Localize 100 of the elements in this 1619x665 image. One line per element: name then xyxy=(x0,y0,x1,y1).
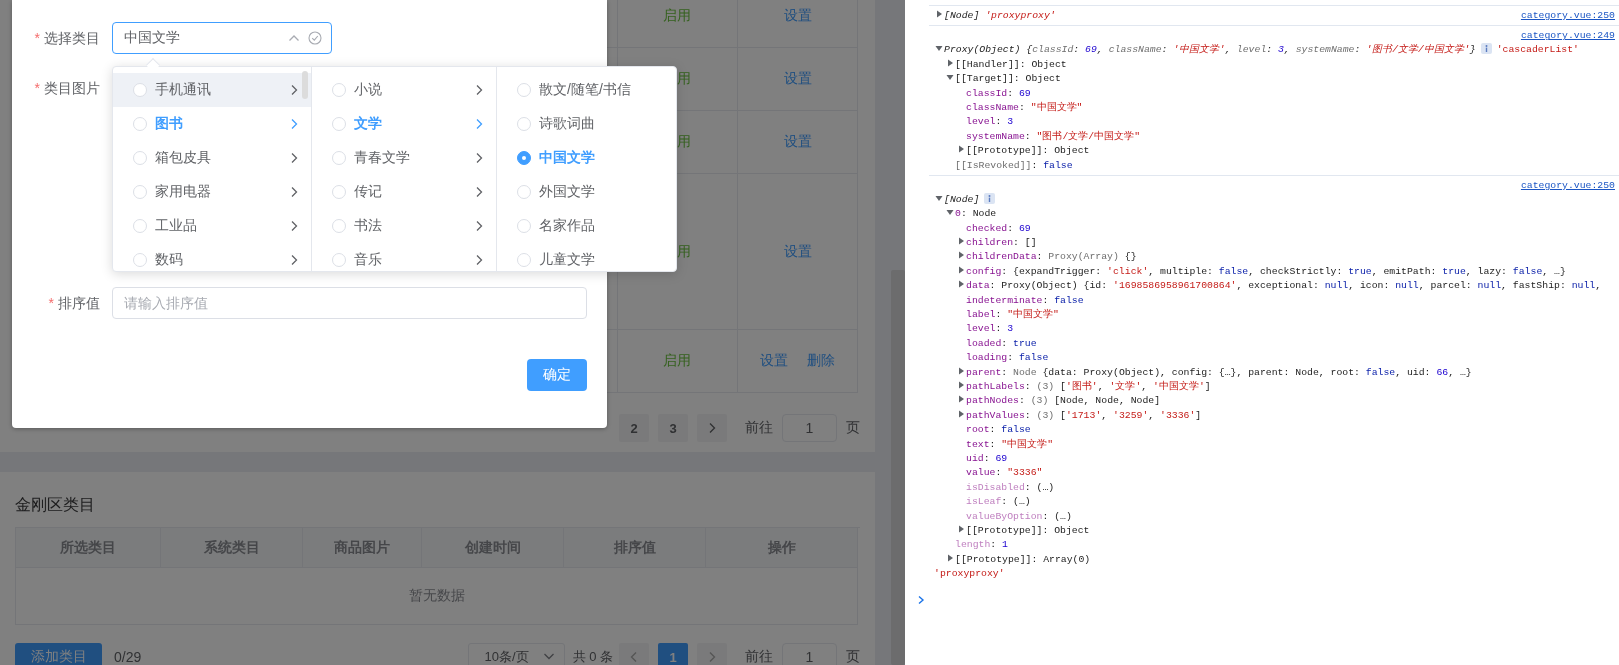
console-text: 0: Node xyxy=(955,208,997,220)
cascader-option[interactable]: 箱包皮具 xyxy=(113,141,311,175)
triangle-right-icon[interactable] xyxy=(956,279,966,290)
triangle-right-icon[interactable] xyxy=(956,408,966,419)
console-text: 'cascaderList' xyxy=(1496,44,1579,56)
cascader-option[interactable]: 名家作品 xyxy=(497,209,676,243)
next-page-button[interactable] xyxy=(697,643,727,665)
cascader-option[interactable]: 数码 xyxy=(113,243,311,271)
source-link[interactable]: category.vue:250 xyxy=(1520,10,1615,21)
confirm-button[interactable]: 确定 xyxy=(527,359,587,391)
triangle-right-icon[interactable] xyxy=(956,394,966,405)
action-link[interactable]: 设置 xyxy=(783,7,812,25)
cascader-option[interactable]: 小说 xyxy=(312,73,496,107)
action-link[interactable]: 设置 xyxy=(760,352,788,370)
page-size-select[interactable]: 10条/页 xyxy=(467,643,565,665)
cascader-option[interactable]: 传记 xyxy=(312,175,496,209)
field-label: 排序值 xyxy=(58,295,100,311)
page-suffix: 页 xyxy=(846,648,860,665)
required-mark: * xyxy=(34,30,40,46)
cascader-option[interactable]: 音乐 xyxy=(312,243,496,271)
cascader-option[interactable]: 中国文学 xyxy=(497,141,676,175)
radio-button[interactable] xyxy=(517,151,531,165)
triangle-right-icon[interactable] xyxy=(956,144,966,155)
cascader-option[interactable]: 诗歌词曲 xyxy=(497,107,676,141)
console-text: [[IsRevoked]]: false xyxy=(955,159,1073,171)
status-link[interactable]: 用 xyxy=(677,133,691,151)
field-label: 类目图片 xyxy=(44,80,100,96)
scrollbar-thumb[interactable] xyxy=(891,270,905,665)
console-text: checked: 69 xyxy=(966,222,1031,234)
console-text: config: {expandTrigger: 'click', multiple: false, checkStrictly: true, emitPath: true, lazy: false, …} xyxy=(966,265,1566,277)
triangle-right-icon[interactable] xyxy=(956,365,966,376)
cascader-option[interactable]: 图书 xyxy=(113,107,311,141)
action-link[interactable]: 设置 xyxy=(783,133,812,151)
add-category-button[interactable]: 添加类目 xyxy=(15,642,102,665)
chevron-right-icon xyxy=(707,422,717,434)
status-link[interactable]: 用 xyxy=(677,70,691,88)
section-title: 金刚区类目 xyxy=(15,496,96,514)
cascader-option[interactable]: 手机通讯 xyxy=(113,73,311,107)
page-button[interactable]: 1 xyxy=(658,643,688,665)
scrollbar-thumb[interactable] xyxy=(302,71,308,99)
triangle-right-icon[interactable] xyxy=(956,380,966,390)
prompt-chevron-icon xyxy=(917,595,925,606)
action-link[interactable]: 设置 xyxy=(783,242,812,261)
triangle-right-icon[interactable] xyxy=(945,57,955,68)
status-link[interactable]: 启用 xyxy=(663,7,691,25)
console-text: [Node] xyxy=(944,193,980,205)
console-text: [[Handler]]: Object xyxy=(955,58,1067,70)
cascader-option[interactable]: 青春文学 xyxy=(312,141,496,175)
cascader-option[interactable]: 家用电器 xyxy=(113,175,311,209)
goto-label: 前往 xyxy=(745,419,773,437)
console-text: [[Prototype]]: Array(0) xyxy=(955,553,1091,565)
required-mark: * xyxy=(34,80,40,96)
cascader-option[interactable]: 儿童文学 xyxy=(497,243,676,271)
console-text: level: 3 xyxy=(966,116,1014,128)
console-text: loaded: true xyxy=(966,337,1037,349)
cascader-option[interactable]: 文学 xyxy=(312,107,496,141)
page-button[interactable]: 3 xyxy=(658,414,688,442)
triangle-right-icon[interactable] xyxy=(956,236,966,247)
console-text: Proxy(Object) {classId: 69, className: '中国文学', level: 3, systemName: '图书/文学/中国文学'} xyxy=(944,44,1476,56)
cascader-select[interactable]: 中国文学 xyxy=(112,22,332,54)
cascader-option[interactable]: 工业品 xyxy=(113,209,311,243)
page-suffix: 页 xyxy=(846,419,860,437)
source-link[interactable]: category.vue:250 xyxy=(1520,179,1615,191)
source-link[interactable]: category.vue:249 xyxy=(1520,30,1615,42)
console-text: valueByOption: (…) xyxy=(966,510,1072,522)
field-label: 选择类目 xyxy=(44,30,100,46)
console-text: classId: 69 xyxy=(966,87,1031,99)
console-text: text: "中国文学" xyxy=(966,438,1054,450)
status-link[interactable]: 启用 xyxy=(663,352,691,370)
page-input[interactable]: 1 xyxy=(782,643,837,665)
page-button[interactable]: 2 xyxy=(619,414,649,442)
action-link[interactable]: 删除 xyxy=(807,352,835,370)
console-text: level: 3 xyxy=(966,323,1014,335)
chevron-right-icon xyxy=(707,651,717,663)
console-text: [[Prototype]]: Object xyxy=(966,524,1090,536)
console-text: label: "中国文学" xyxy=(966,309,1059,321)
goto-label: 前往 xyxy=(745,648,773,665)
cascader-option[interactable]: 外国文学 xyxy=(497,175,676,209)
status-link[interactable]: 用 xyxy=(677,242,691,261)
console-text: className: "中国文学" xyxy=(966,101,1083,113)
prev-page-button[interactable] xyxy=(619,643,649,665)
console-text: data: Proxy(Object) {id: '1698586958961700864', exceptional: null, icon: null, parcel: null, fastShip: null, xyxy=(966,280,1602,292)
console-text: pathLabels: (3) ['图书', '文学', '中国文学'] xyxy=(966,381,1211,392)
triangle-right-icon[interactable] xyxy=(956,250,966,261)
next-page-button[interactable] xyxy=(697,414,727,442)
page-input[interactable]: 1 xyxy=(782,414,837,442)
console-text: root: false xyxy=(966,424,1031,436)
triangle-right-icon[interactable] xyxy=(956,264,966,275)
console-text: childrenData: Proxy(Array) {} xyxy=(966,251,1137,263)
console-text: systemName: "图书/文学/中国文学" xyxy=(966,130,1141,142)
console-text: pathValues: (3) ['1713', '3259', '3336'] xyxy=(966,409,1202,421)
console-text: [Node] 'proxyproxy' xyxy=(944,10,1056,21)
triangle-right-icon[interactable] xyxy=(956,523,966,534)
cascader-option[interactable]: 散文/随笔/书信 xyxy=(497,73,676,107)
console-text: loading: false xyxy=(966,352,1049,364)
action-link[interactable]: 设置 xyxy=(783,70,812,88)
triangle-right-icon[interactable] xyxy=(945,552,955,563)
triangle-right-icon[interactable] xyxy=(934,9,944,19)
cascader-option[interactable]: 书法 xyxy=(312,209,496,243)
sort-input[interactable]: 请输入排序值 xyxy=(112,287,587,319)
